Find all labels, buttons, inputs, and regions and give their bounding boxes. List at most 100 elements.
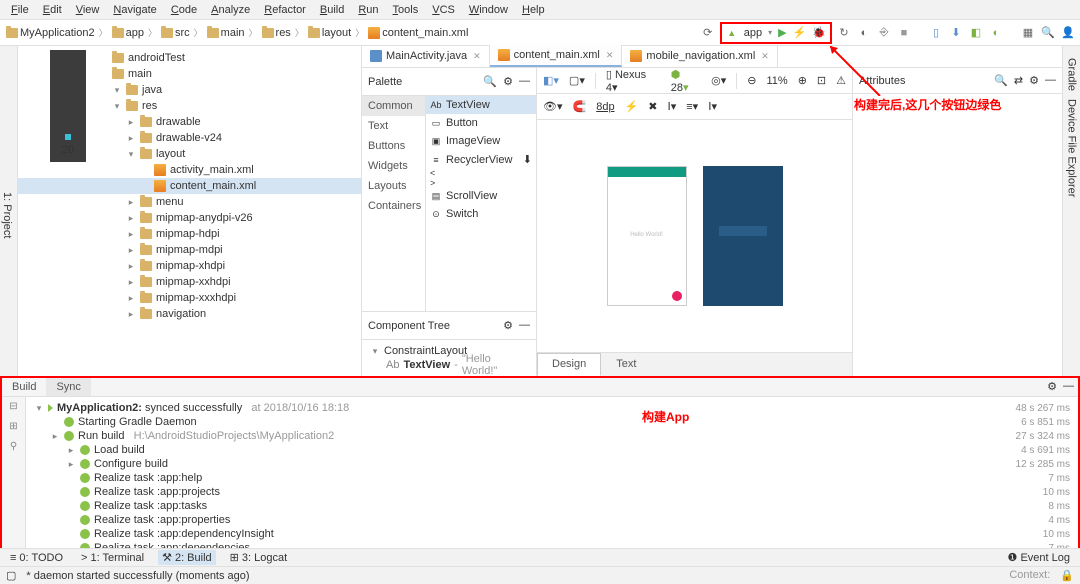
- debug-icon[interactable]: 🐞: [812, 26, 826, 39]
- tree-item[interactable]: ▸mipmap-xxhdpi: [18, 274, 361, 290]
- menu-run[interactable]: Run: [351, 2, 385, 18]
- coverage-icon[interactable]: ↻: [836, 25, 852, 41]
- eye-icon[interactable]: 👁▾: [543, 100, 563, 113]
- tree-item[interactable]: ▸navigation: [18, 306, 361, 322]
- attach-icon[interactable]: ⎆: [876, 25, 892, 41]
- zoom-in-icon[interactable]: ⊕: [798, 74, 807, 87]
- clear-icon[interactable]: ✖: [648, 100, 657, 113]
- minimize-icon[interactable]: —: [1045, 74, 1056, 87]
- build-tab-build[interactable]: Build: [2, 378, 46, 396]
- sync-icon[interactable]: ⟳: [700, 25, 716, 41]
- collapse-icon[interactable]: ⊟: [7, 401, 21, 415]
- build-log-row[interactable]: ▸Run build H:\AndroidStudioProjects\MyAp…: [34, 429, 1070, 443]
- gear-icon[interactable]: ⚙: [1047, 380, 1057, 393]
- menu-analyze[interactable]: Analyze: [204, 2, 257, 18]
- editor-tab[interactable]: MainActivity.java✕: [362, 45, 490, 67]
- zoom-out-icon[interactable]: ⊖: [747, 74, 756, 87]
- filter-icon[interactable]: ⚲: [7, 441, 21, 455]
- layout-icon[interactable]: ◧: [968, 25, 984, 41]
- palette-category[interactable]: Common: [362, 96, 425, 116]
- bottom-tool-build[interactable]: ⚒ 2: Build: [158, 550, 216, 565]
- tree-child[interactable]: Ab TextView - "Hello World!": [370, 358, 528, 372]
- magnet-icon[interactable]: 🧲: [573, 100, 587, 113]
- tool-device-file-explorer[interactable]: Device File Explorer: [1065, 95, 1079, 201]
- close-icon[interactable]: ✕: [761, 51, 769, 62]
- minimize-icon[interactable]: —: [519, 75, 530, 88]
- theme-icon[interactable]: ◎▾: [711, 74, 726, 87]
- palette-item[interactable]: AbTextView: [426, 96, 536, 114]
- run-icon[interactable]: ▶: [778, 26, 786, 39]
- editor-tab[interactable]: mobile_navigation.xml✕: [622, 45, 777, 67]
- project-tree[interactable]: 20 androidTestmain▾java▾res▸drawable▸dra…: [18, 46, 362, 376]
- breadcrumb-item[interactable]: MyApplication2: [4, 26, 97, 40]
- palette-category[interactable]: Widgets: [362, 156, 425, 176]
- margin-selector[interactable]: 8dp: [596, 101, 614, 113]
- palette-category[interactable]: Buttons: [362, 136, 425, 156]
- breadcrumb-item[interactable]: content_main.xml: [366, 26, 470, 40]
- palette-item[interactable]: ▤ScrollView: [426, 187, 536, 205]
- tree-item[interactable]: ▸mipmap-anydpi-v26: [18, 210, 361, 226]
- menu-view[interactable]: View: [69, 2, 107, 18]
- bottom-tool-todo[interactable]: ≡ 0: TODO: [6, 551, 67, 565]
- build-log[interactable]: ▾MyApplication2: synced successfully at …: [26, 397, 1078, 554]
- api-selector[interactable]: ⬢ 28▾: [671, 68, 701, 94]
- build-log-row[interactable]: Realize task :app:help7 ms: [34, 471, 1070, 485]
- breadcrumb-item[interactable]: main: [205, 26, 247, 40]
- editor-tab[interactable]: content_main.xml✕: [490, 45, 623, 67]
- build-tab-sync[interactable]: Sync: [46, 378, 90, 396]
- tool-1-project[interactable]: 1: Project: [0, 188, 14, 242]
- resource-icon[interactable]: ◐: [988, 25, 1004, 41]
- gear-icon[interactable]: ⚙: [1029, 74, 1039, 87]
- breadcrumb-item[interactable]: app: [110, 26, 146, 40]
- infer-icon[interactable]: ⚡: [625, 100, 639, 113]
- menu-window[interactable]: Window: [462, 2, 515, 18]
- tool-gradle[interactable]: Gradle: [1065, 54, 1079, 95]
- palette-item[interactable]: < >: [426, 169, 536, 187]
- build-log-row[interactable]: Realize task :app:projects10 ms: [34, 485, 1070, 499]
- palette-item[interactable]: ▣ImageView: [426, 132, 536, 150]
- menu-tools[interactable]: Tools: [386, 2, 426, 18]
- run-config-name[interactable]: app: [744, 27, 762, 39]
- tree-item[interactable]: ▸mipmap-xxxhdpi: [18, 290, 361, 306]
- bottom-tool-logcat[interactable]: ⊞ 3: Logcat: [226, 550, 291, 565]
- build-log-row[interactable]: Realize task :app:properties4 ms: [34, 513, 1070, 527]
- palette-category[interactable]: Layouts: [362, 176, 425, 196]
- palette-item[interactable]: ▭Button: [426, 114, 536, 132]
- palette-category[interactable]: Containers: [362, 196, 425, 216]
- guideline-icon[interactable]: Ⅰ▾: [708, 100, 717, 113]
- tree-item[interactable]: ▸menu: [18, 194, 361, 210]
- build-log-row[interactable]: ▾MyApplication2: synced successfully at …: [34, 401, 1070, 415]
- stop-icon[interactable]: ■: [896, 25, 912, 41]
- device-selector[interactable]: ▯ Nexus 4▾: [606, 68, 661, 94]
- apply-icon[interactable]: ⚡: [793, 26, 807, 39]
- pack-icon[interactable]: Ⅰ▾: [667, 100, 676, 113]
- build-log-row[interactable]: Realize task :app:tasks8 ms: [34, 499, 1070, 513]
- build-log-row[interactable]: ▸Configure build12 s 285 ms: [34, 457, 1070, 471]
- breadcrumb-item[interactable]: res: [260, 26, 293, 40]
- tree-item[interactable]: ▸mipmap-hdpi: [18, 226, 361, 242]
- expand-icon[interactable]: ⇄: [1014, 74, 1023, 87]
- breadcrumb-item[interactable]: src: [159, 26, 192, 40]
- build-log-row[interactable]: ▸Load build4 s 691 ms: [34, 443, 1070, 457]
- sdk-icon[interactable]: ⬇: [948, 25, 964, 41]
- search-icon[interactable]: 🔍: [994, 74, 1008, 87]
- user-icon[interactable]: 👤: [1060, 25, 1076, 41]
- design-tab-text[interactable]: Text: [601, 353, 651, 376]
- menu-vcs[interactable]: VCS: [425, 2, 462, 18]
- breadcrumb-item[interactable]: layout: [306, 26, 353, 40]
- menu-file[interactable]: File: [4, 2, 36, 18]
- bottom-tool-terminal[interactable]: > 1: Terminal: [77, 551, 148, 565]
- menu-navigate[interactable]: Navigate: [106, 2, 163, 18]
- profile-icon[interactable]: ◐: [856, 25, 872, 41]
- chevron-down-icon[interactable]: ▾: [768, 28, 772, 37]
- expand-icon[interactable]: ⊞: [7, 421, 21, 435]
- search-icon[interactable]: 🔍: [483, 75, 497, 88]
- minimize-icon[interactable]: —: [519, 319, 530, 332]
- orientation-icon[interactable]: ▢▾: [569, 74, 585, 87]
- structure-icon[interactable]: ▦: [1020, 25, 1036, 41]
- palette-item[interactable]: ⊙Switch: [426, 205, 536, 223]
- view-mode-icon[interactable]: ◧▾: [543, 74, 559, 87]
- zoom-fit-icon[interactable]: ⊡: [817, 74, 826, 87]
- menu-code[interactable]: Code: [164, 2, 204, 18]
- palette-item[interactable]: ≡RecyclerView⬇: [426, 150, 536, 169]
